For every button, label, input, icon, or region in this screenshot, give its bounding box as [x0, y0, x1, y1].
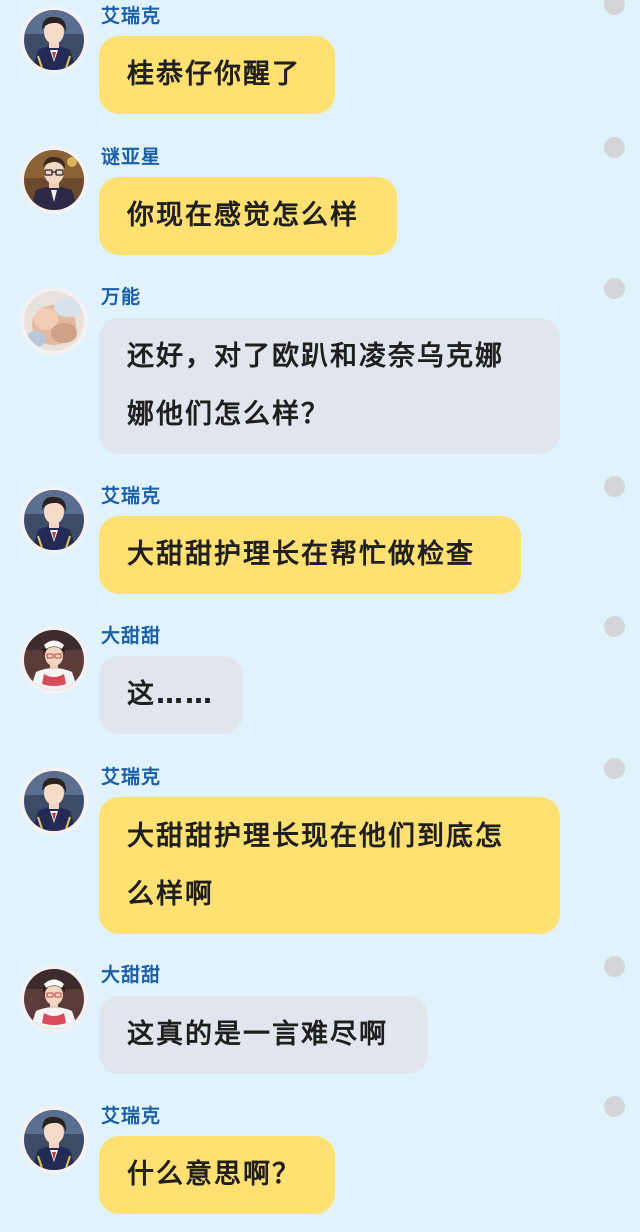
sender-name: 谜亚星: [101, 146, 162, 168]
eric-avatar-icon: [24, 1110, 84, 1170]
sender-name: 大甜甜: [101, 964, 162, 986]
select-dot-icon[interactable]: [604, 1096, 625, 1117]
message-text: 桂恭仔你醒了: [127, 59, 301, 90]
sender-name: 大甜甜: [101, 625, 162, 647]
message-bubble[interactable]: 什么意思啊？: [99, 1136, 335, 1214]
message-text: 大甜甜护理长现在他们到底怎么样啊: [127, 820, 504, 910]
message-text: 什么意思啊？: [127, 1159, 301, 1190]
select-dot-icon[interactable]: [604, 137, 625, 158]
avatar[interactable]: [20, 6, 88, 74]
avatar[interactable]: [20, 626, 88, 694]
avatar[interactable]: [20, 486, 88, 554]
message-bubble[interactable]: 大甜甜护理长现在他们到底怎么样啊: [99, 797, 560, 934]
miyaxing-avatar-icon: [24, 150, 84, 210]
avatar[interactable]: [20, 767, 88, 835]
select-dot-icon[interactable]: [604, 278, 625, 299]
message-bubble[interactable]: 这……: [99, 656, 243, 734]
avatar[interactable]: [20, 146, 88, 214]
datiantian-avatar-icon: [24, 969, 84, 1029]
select-dot-icon[interactable]: [604, 616, 625, 637]
datiantian-avatar-icon: [24, 630, 84, 690]
sender-name: 艾瑞克: [101, 5, 162, 27]
sender-name: 艾瑞克: [101, 766, 162, 788]
message-bubble[interactable]: 桂恭仔你醒了: [99, 36, 335, 114]
select-dot-icon[interactable]: [604, 0, 625, 15]
eric-avatar-icon: [24, 771, 84, 831]
message-text: 你现在感觉怎么样: [127, 200, 359, 231]
sender-name: 艾瑞克: [101, 1105, 162, 1127]
sender-name: 艾瑞克: [101, 485, 162, 507]
message-bubble[interactable]: 你现在感觉怎么样: [99, 177, 397, 255]
eric-avatar-icon: [24, 490, 84, 550]
sender-name: 万能: [101, 286, 142, 308]
message-bubble[interactable]: 这真的是一言难尽啊: [99, 996, 428, 1074]
avatar[interactable]: [20, 965, 88, 1033]
message-text: 这……: [127, 679, 214, 710]
avatar[interactable]: [20, 1106, 88, 1174]
message-bubble[interactable]: 还好，对了欧趴和凌奈乌克娜娜他们怎么样？: [99, 318, 560, 454]
wanneng-avatar-icon: [24, 291, 84, 351]
avatar[interactable]: [20, 287, 88, 355]
select-dot-icon[interactable]: [604, 956, 625, 977]
message-text: 这真的是一言难尽啊: [127, 1019, 388, 1050]
chat-window: 艾瑞克 桂恭仔你醒了 谜亚星 你现在感觉怎么样 万能 还好，对了欧趴和凌奈乌克娜…: [0, 0, 640, 1232]
select-dot-icon[interactable]: [604, 758, 625, 779]
eric-avatar-icon: [24, 10, 84, 70]
select-dot-icon[interactable]: [604, 476, 625, 497]
message-bubble[interactable]: 大甜甜护理长在帮忙做检查: [99, 516, 521, 594]
message-text: 大甜甜护理长在帮忙做检查: [127, 539, 475, 570]
message-text: 还好，对了欧趴和凌奈乌克娜娜他们怎么样？: [127, 341, 504, 430]
